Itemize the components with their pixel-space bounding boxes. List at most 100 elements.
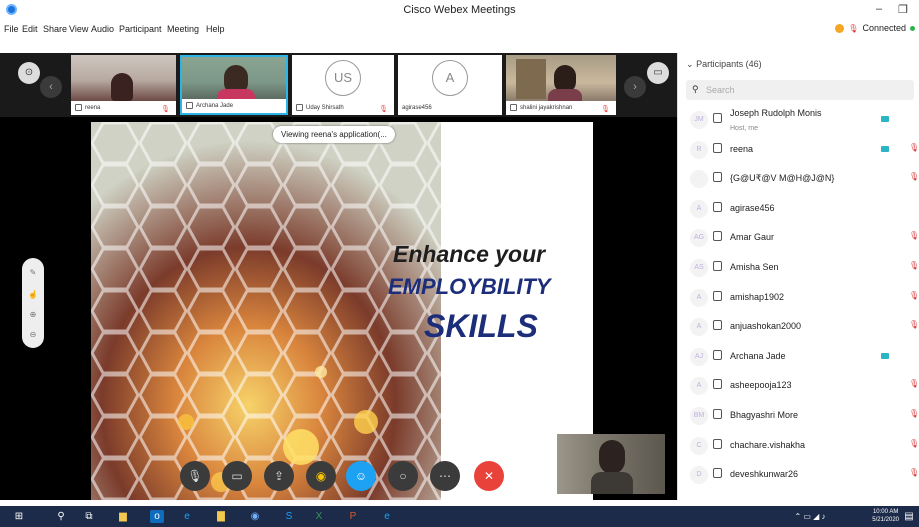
avatar [690,170,708,189]
muted-mic-icon: 🎙 [909,172,919,182]
layout-icon[interactable]: ⊙ [18,62,40,84]
thumbnail-label: shalini jayakrishnan [520,105,573,111]
webex-taskbar-icon[interactable]: ◉ [248,510,262,523]
search-icon: ⚲ [692,84,699,94]
connection-label: Connected [862,23,906,33]
zoom-toolbar: ✎ ☝ ⊕ ⊖ [22,258,44,348]
avatar: A [690,318,708,337]
chat-button[interactable]: ○ [388,461,418,491]
thumbnail-uday[interactable]: US Uday Shirsath 🎙 [292,55,394,115]
participant-name: anjuashokan2000 [730,321,802,332]
restore-button[interactable]: ❐ [898,3,908,16]
participant-row[interactable]: AS Amisha Sen 🎙 [678,253,919,283]
avatar: AG [690,229,708,248]
menu-edit[interactable]: Edit [22,24,38,34]
thumbnail-label: reena [85,105,101,111]
device-icon [713,113,722,123]
participant-row[interactable]: {G@U₹@V M@H@J@N} 🎙 [678,164,919,194]
menu-participant[interactable]: Participant [119,24,162,34]
participant-name: chachare.vishakha [730,439,806,450]
title-bar: Cisco Webex Meetings – ❐ [0,0,919,20]
status-icon [835,23,845,33]
task-view-icon[interactable]: ⧉ [82,510,96,523]
device-icon [713,231,722,242]
menu-help[interactable]: Help [206,24,225,34]
participant-row[interactable]: Aanjuashokan2000 🎙 [678,312,919,342]
pointer-icon[interactable]: ☝ [22,290,44,299]
participant-row[interactable]: JM Joseph Rudolph Monis Host, me [678,105,919,135]
participant-row[interactable]: Rreena 🎙 [678,135,919,165]
share-button[interactable]: ⇪ [264,461,294,491]
device-icon [713,261,722,271]
taskbar-clock[interactable]: 10:00 AM 5/21/2020 [872,508,899,524]
end-meeting-button[interactable]: ✕ [474,461,504,491]
avatar: A [432,60,468,96]
device-icon [713,409,722,419]
participants-header[interactable]: ⌄ Participants (46) [686,59,762,70]
muted-icon: 🎙 [161,106,170,113]
participant-name: Bhagyashri More [730,410,799,420]
mute-button[interactable]: 🎙 [180,461,210,491]
slide-heading-line1: Enhance your [393,241,546,267]
thumbnail-label: agirase456 [402,105,432,111]
participant-row[interactable]: Cchachare.vishakha 🎙 [678,431,919,461]
participant-row[interactable]: Ddeveshkunwar26 🎙 [678,460,919,490]
windows-taskbar: ⊞ ⚲ ⧉ ▆ o e ▇ ◉ S X P e ⌃ ▭ ◢ ♪ 10:00 AM… [0,506,919,527]
window-title: Cisco Webex Meetings [403,4,516,16]
device-icon [713,201,722,212]
participant-name: deveshkunwar26 [730,469,799,480]
participant-name: reena [730,143,754,154]
next-thumbnails-button[interactable]: › [624,76,646,98]
participant-search-input[interactable]: Search [686,80,914,100]
sticky-notes-icon[interactable]: ▇ [214,510,228,523]
windows-start-icon[interactable]: ⊞ [12,510,26,523]
minimize-button[interactable]: – [876,3,882,15]
collapse-chevron-icon: ⌄ [686,59,694,69]
thumbnail-reena[interactable]: reena 🎙 [71,55,176,115]
menu-audio[interactable]: Audio [91,24,114,34]
participant-row[interactable]: Aagirase456 [678,194,919,224]
powerpoint-icon[interactable]: P [346,510,360,523]
ie-icon[interactable]: e [380,510,394,523]
record-button[interactable]: ◉ [306,461,336,491]
grid-view-icon[interactable]: ▭ [647,62,669,84]
thumbnail-agirase[interactable]: A agirase456 [398,55,502,115]
participant-name: asheepooja123 [730,380,792,391]
participant-row[interactable]: AG Amar Gaur 🎙 [678,223,919,253]
connection-status[interactable]: 🎙 Connected [835,23,915,33]
edge-icon[interactable]: e [180,510,194,523]
excel-icon[interactable]: X [312,510,326,523]
muted-mic-icon: 🎙 [909,438,919,448]
participant-row[interactable]: Aasheepooja123 🎙 [678,371,919,401]
video-on-icon [881,145,889,152]
self-view-video[interactable] [557,434,665,494]
menu-bar: File Edit Share View Audio Participant M… [0,21,919,41]
menu-file[interactable]: File [4,24,19,34]
menu-view[interactable]: View [69,24,88,34]
zoom-out-icon[interactable]: ⊖ [22,330,44,339]
search-taskbar-icon[interactable]: ⚲ [54,510,68,523]
notifications-icon[interactable]: ▤ [902,510,916,523]
participant-name: amishap1902 [730,291,785,302]
thumbnail-archana[interactable]: Archana Jade [180,55,288,115]
video-on-icon [881,352,889,359]
outlook-icon[interactable]: o [150,510,164,523]
annotate-icon[interactable]: ✎ [22,268,44,277]
file-explorer-icon[interactable]: ▆ [116,510,130,523]
participant-row[interactable]: AJ Archana Jade [678,342,919,372]
menu-meeting[interactable]: Meeting [167,24,199,34]
system-tray-icons[interactable]: ⌃ ▭ ◢ ♪ [790,510,830,523]
stop-video-button[interactable]: ▭ [222,461,252,491]
menu-share[interactable]: Share [43,24,67,34]
participants-button[interactable]: ☺ [346,461,376,491]
zoom-in-icon[interactable]: ⊕ [22,310,44,319]
participant-row[interactable]: BM Bhagyashri More 🎙 [678,401,919,431]
more-options-button[interactable]: ⋯ [430,461,460,491]
online-dot-icon [910,25,915,31]
prev-thumbnails-button[interactable]: ‹ [40,76,62,98]
participant-row[interactable]: Aamishap1902 🎙 [678,283,919,313]
participant-name: Archana Jade [730,350,786,361]
thumbnail-shalini[interactable]: shalini jayakrishnan 🎙 [506,55,616,115]
skype-icon[interactable]: S [282,510,296,523]
device-icon [713,349,722,360]
